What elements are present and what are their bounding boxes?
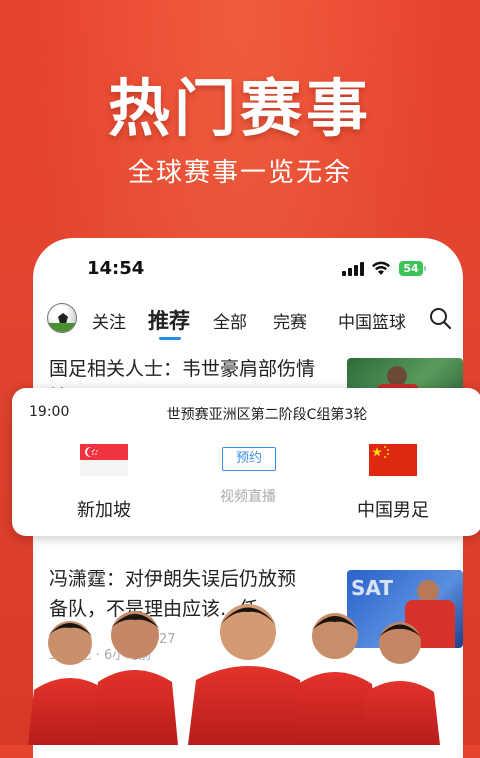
tab-follow[interactable]: 关注 <box>92 308 126 333</box>
live-stream-label: 视频直播 <box>220 489 276 505</box>
search-icon[interactable] <box>429 307 451 329</box>
reserve-button[interactable]: 预约 <box>222 447 276 471</box>
tab-recommend[interactable]: 推荐 <box>148 305 190 335</box>
singapore-flag-icon <box>80 444 128 476</box>
match-card[interactable]: 19:00 世预赛亚洲区第二阶段C组第3轮 新加坡 中国男足 预约 视频直播 <box>12 388 480 536</box>
hero-subtitle: 全球赛事一览无余 <box>127 158 352 188</box>
home-team-name: 新加坡 <box>77 500 131 521</box>
match-description: 世预赛亚洲区第二阶段C组第3轮 <box>166 407 368 423</box>
players-graphic <box>28 604 440 745</box>
tab-china-basketball[interactable]: 中国篮球 <box>338 308 406 333</box>
tab-bar: 关注 推荐 全部 完赛 中国篮球 <box>33 300 463 344</box>
away-team-name: 中国男足 <box>357 500 429 521</box>
match-time: 19:00 <box>29 404 70 420</box>
signal-icon <box>342 262 364 276</box>
soccer-ball-icon[interactable] <box>47 303 77 333</box>
tab-finished[interactable]: 完赛 <box>273 308 307 333</box>
china-flag-icon <box>369 444 417 476</box>
hero-title: 热门赛事 <box>107 72 372 145</box>
active-tab-indicator <box>159 337 181 340</box>
battery-icon: 54 <box>399 261 423 276</box>
status-time: 14:54 <box>87 258 145 279</box>
wifi-icon <box>372 261 390 275</box>
battery-tip <box>424 266 426 271</box>
tab-all[interactable]: 全部 <box>213 308 247 333</box>
news-title-line: 国足相关人士：韦世豪肩部伤情 <box>49 358 316 380</box>
